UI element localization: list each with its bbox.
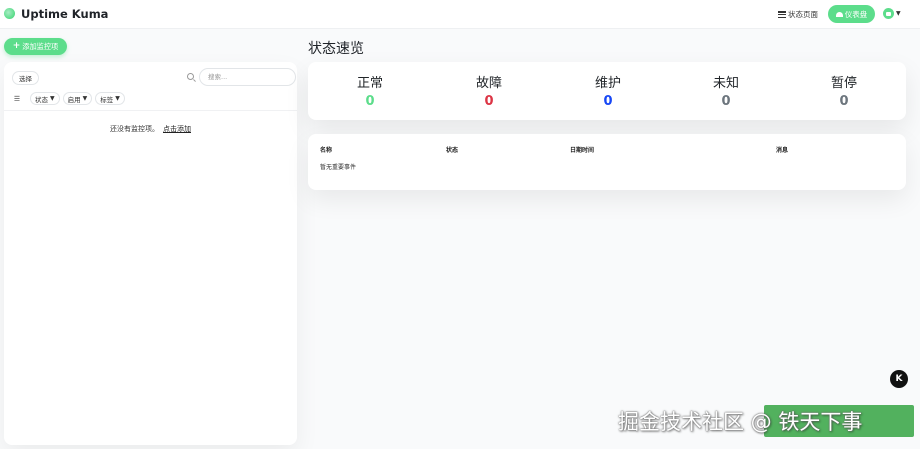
status-overview-card: 正常 0 故障 0 维护 0 未知 0 暂停 0 — [308, 62, 906, 120]
profile-dropdown[interactable]: ▼ — [883, 8, 901, 19]
search-input[interactable] — [199, 68, 296, 86]
watermark-text: 掘金技术社区 @ 铁天下事 — [618, 410, 863, 434]
filter-active-label: 启用 — [67, 95, 81, 104]
top-header: Uptime Kuma 状态页面 仪表盘 ▼ — [0, 0, 920, 29]
stat-value: 0 — [721, 94, 731, 109]
list-icon — [778, 11, 786, 18]
stat-value: 0 — [603, 94, 613, 109]
filter-tags[interactable]: 标签 ▼ — [95, 92, 125, 105]
select-button[interactable]: 选择 — [12, 71, 39, 85]
stat-label: 未知 — [712, 76, 739, 91]
empty-events-text: 暂无重要事件 — [320, 164, 357, 171]
column-header-message: 消息 — [776, 147, 789, 154]
stat-paused: 暂停 0 — [784, 72, 904, 109]
stat-label: 维护 — [594, 76, 621, 91]
filter-icon[interactable]: ☰ — [12, 94, 22, 104]
stat-value: 0 — [365, 94, 375, 109]
avatar — [883, 8, 894, 19]
chevron-down-icon: ▼ — [50, 95, 55, 102]
add-monitor-link[interactable]: 点击添加 — [163, 125, 191, 133]
stat-value: 0 — [839, 94, 849, 109]
column-header-name: 名称 — [320, 147, 333, 154]
stat-unknown: 未知 0 — [666, 72, 786, 109]
stat-label: 暂停 — [830, 76, 857, 91]
filter-row: ☰ 状态 ▼ 启用 ▼ 标签 ▼ — [12, 92, 125, 105]
tachometer-icon — [835, 11, 843, 17]
stat-label: 正常 — [356, 76, 383, 91]
uptime-kuma-logo-icon — [4, 8, 15, 19]
monitor-list-panel: 选择 ☰ 状态 ▼ 启用 ▼ 标签 ▼ 还没有监控项。点击添加 — [4, 62, 297, 445]
help-badge-icon[interactable]: K — [890, 370, 908, 388]
empty-message-text: 还没有监控项。 — [110, 125, 159, 133]
important-events-table: 名称 状态 日期时间 消息 暂无重要事件 — [308, 134, 906, 190]
stat-up: 正常 0 — [310, 72, 430, 109]
status-page-link[interactable]: 状态页面 — [778, 9, 818, 20]
page-title: 状态速览 — [308, 41, 364, 57]
stat-value: 0 — [484, 94, 494, 109]
dashboard-label: 仪表盘 — [844, 9, 868, 19]
stat-down: 故障 0 — [429, 72, 549, 109]
filter-tags-label: 标签 — [100, 95, 114, 104]
chevron-down-icon: ▼ — [896, 10, 901, 17]
chevron-down-icon: ▼ — [82, 95, 88, 102]
chevron-down-icon: ▼ — [115, 95, 120, 102]
status-page-label: 状态页面 — [788, 10, 818, 19]
add-monitor-label: 添加监控项 — [22, 41, 59, 51]
divider — [4, 110, 297, 111]
search-icon — [187, 73, 194, 80]
dashboard-button[interactable]: 仪表盘 — [828, 5, 875, 23]
app-title[interactable]: Uptime Kuma — [21, 7, 108, 21]
column-header-datetime: 日期时间 — [570, 147, 595, 154]
add-monitor-button[interactable]: + 添加监控项 — [4, 38, 67, 55]
column-header-status: 状态 — [446, 147, 459, 154]
filter-status-label: 状态 — [35, 95, 48, 104]
filter-active[interactable]: 启用 ▼ — [62, 92, 93, 105]
stat-label: 故障 — [475, 76, 502, 91]
filter-status[interactable]: 状态 ▼ — [30, 92, 60, 105]
stat-maintenance: 维护 0 — [548, 72, 668, 109]
plus-icon: + — [12, 41, 21, 51]
empty-monitor-message: 还没有监控项。 点击添加 — [4, 124, 297, 134]
